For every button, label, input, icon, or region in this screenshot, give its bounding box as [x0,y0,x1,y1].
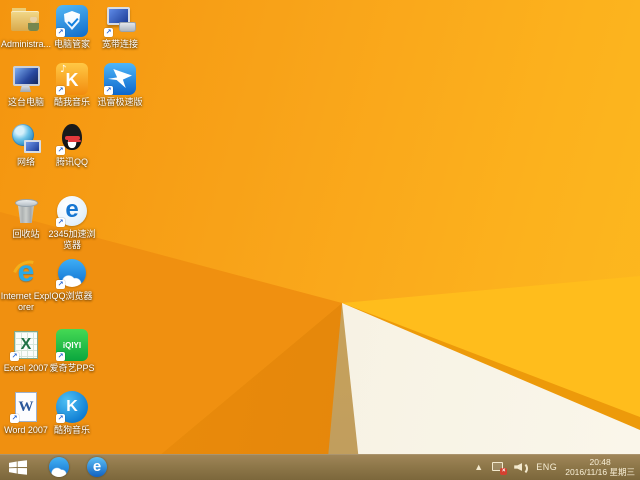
icon-label: 腾讯QQ [55,157,88,167]
icon-label: 酷我音乐 [53,97,90,107]
icon-label: 爱奇艺PPS [49,363,95,373]
desktop-icon-administrator[interactable]: Administra... [0,5,52,50]
windows-logo-icon [9,459,27,475]
taskbar-clock[interactable]: 20:48 2016/11/16 星期三 [565,457,635,477]
word-icon [10,391,42,423]
e2345-icon [56,195,88,227]
thunder-icon [104,63,136,95]
icon-label: 迅雷极速版 [97,97,143,107]
start-button[interactable] [0,454,36,480]
qq-browser-icon [49,457,69,477]
desktop-icon-network[interactable]: 网络 [0,123,52,168]
shortcut-arrow-icon [10,352,19,361]
taskbar-pinned-area [36,455,112,479]
icon-label: 回收站 [12,229,40,239]
shortcut-arrow-icon [104,86,113,95]
icon-label: 2345加速浏览器 [48,229,96,250]
desktop-icon-recycle-bin[interactable]: 回收站 [0,195,52,240]
shortcut-arrow-icon [10,414,19,423]
volume-icon[interactable] [514,461,529,475]
desktop-icon-iqiyi[interactable]: 爱奇艺PPS [46,329,98,374]
icon-label: 网络 [16,157,35,167]
shortcut-arrow-icon [104,28,113,37]
desktop-icon-word[interactable]: Word 2007 [0,391,52,436]
icon-label: QQ浏览器 [51,291,93,301]
taskbar-qq-browser-button[interactable] [44,455,74,479]
clock-time: 20:48 [589,457,611,467]
e-browser-icon [87,457,107,477]
shortcut-arrow-icon [56,28,65,37]
iqiyi-icon [56,329,88,361]
clock-date: 2016/11/16 星期三 [565,467,635,477]
recycle-bin-icon [10,195,42,227]
ie-icon [10,255,42,289]
shortcut-arrow-icon [56,280,65,289]
shortcut-arrow-icon [56,86,65,95]
show-hidden-icons-button[interactable]: ▲ [474,462,483,472]
qq-browser-icon [56,257,88,289]
qq-icon [56,123,88,155]
icon-label: 电脑管家 [53,39,90,49]
desktop-icon-kuwo[interactable]: 酷我音乐 [46,63,98,108]
windows-desktop: { "wallpaper": { "description": "Windows… [0,0,640,480]
excel-icon [10,329,42,361]
network-disconnected-icon[interactable] [491,461,508,475]
desktop-icon-broadband[interactable]: 宽带连接 [94,5,146,50]
language-indicator[interactable]: ENG [536,462,557,472]
network-icon [10,123,42,155]
icon-label: 宽带连接 [101,39,138,49]
icon-label: Excel 2007 [3,363,49,373]
icon-label: Word 2007 [4,425,48,435]
pc-manager-icon [56,5,88,37]
desktop-icon-grid: Administra...电脑管家 宽带连接这台电脑酷我音乐迅雷极速版网络 腾讯QQ… [0,0,640,454]
shortcut-arrow-icon [56,146,65,155]
administrator-icon [10,5,42,37]
system-tray: ▲ ENG 20:48 2016/11/16 星期三 [474,454,640,480]
kugou-icon [56,391,88,423]
icon-label: 这台电脑 [7,97,44,107]
taskbar-e-browser-button[interactable] [82,455,112,479]
shortcut-arrow-icon [56,414,65,423]
broadband-icon [104,5,136,37]
this-pc-icon [10,63,42,95]
desktop-icon-qq[interactable]: 腾讯QQ [46,123,98,168]
icon-label: 酷狗音乐 [53,425,90,435]
taskbar: ▲ ENG 20:48 2016/11/16 星期三 [0,454,640,480]
desktop-icon-excel[interactable]: Excel 2007 [0,329,52,374]
shortcut-arrow-icon [56,352,65,361]
desktop-icon-e2345[interactable]: 2345加速浏览器 [46,195,98,251]
desktop-icon-pc-manager[interactable]: 电脑管家 [46,5,98,50]
shortcut-arrow-icon [56,218,65,227]
desktop-icon-this-pc[interactable]: 这台电脑 [0,63,52,108]
desktop-icon-ie[interactable]: Internet Explorer [0,255,52,313]
icon-label: Internet Explorer [0,291,52,312]
icon-label: Administra... [0,39,51,49]
desktop-icon-qq-browser[interactable]: QQ浏览器 [46,257,98,302]
desktop-icon-kugou[interactable]: 酷狗音乐 [46,391,98,436]
desktop-icon-thunder[interactable]: 迅雷极速版 [94,63,146,108]
kuwo-icon [56,63,88,95]
